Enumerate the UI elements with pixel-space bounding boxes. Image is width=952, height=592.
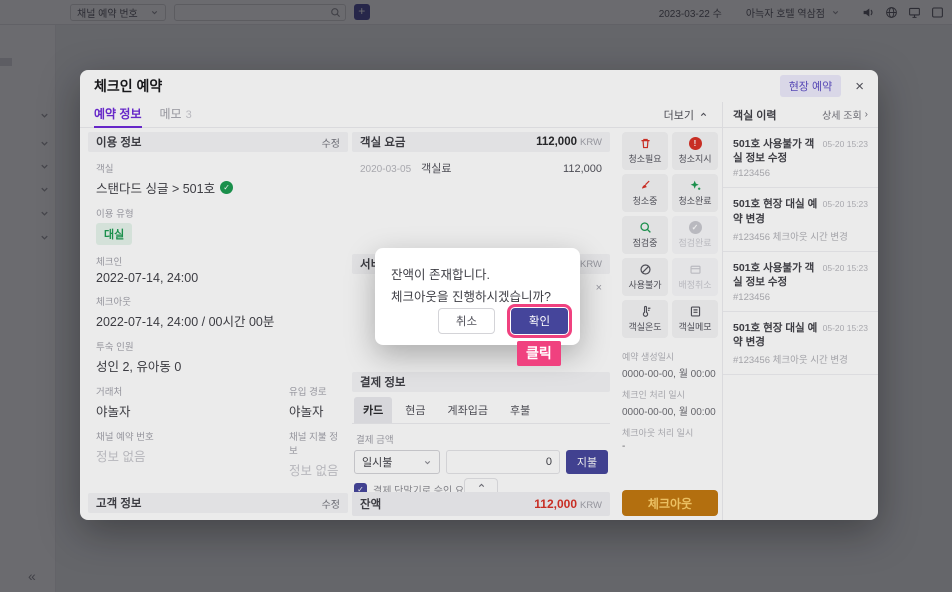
dialog-cancel-button[interactable]: 취소: [438, 308, 495, 334]
checkout-confirm-dialog: 잔액이 존재합니다. 체크아웃을 진행하시겠습니까? 취소 확인: [375, 248, 580, 345]
dialog-confirm-button[interactable]: 확인: [511, 308, 568, 334]
dialog-message-line2: 체크아웃을 진행하시겠습니까?: [391, 289, 551, 304]
dialog-message-line1: 잔액이 존재합니다.: [391, 268, 490, 282]
click-annotation-badge: 클릭: [517, 341, 561, 366]
